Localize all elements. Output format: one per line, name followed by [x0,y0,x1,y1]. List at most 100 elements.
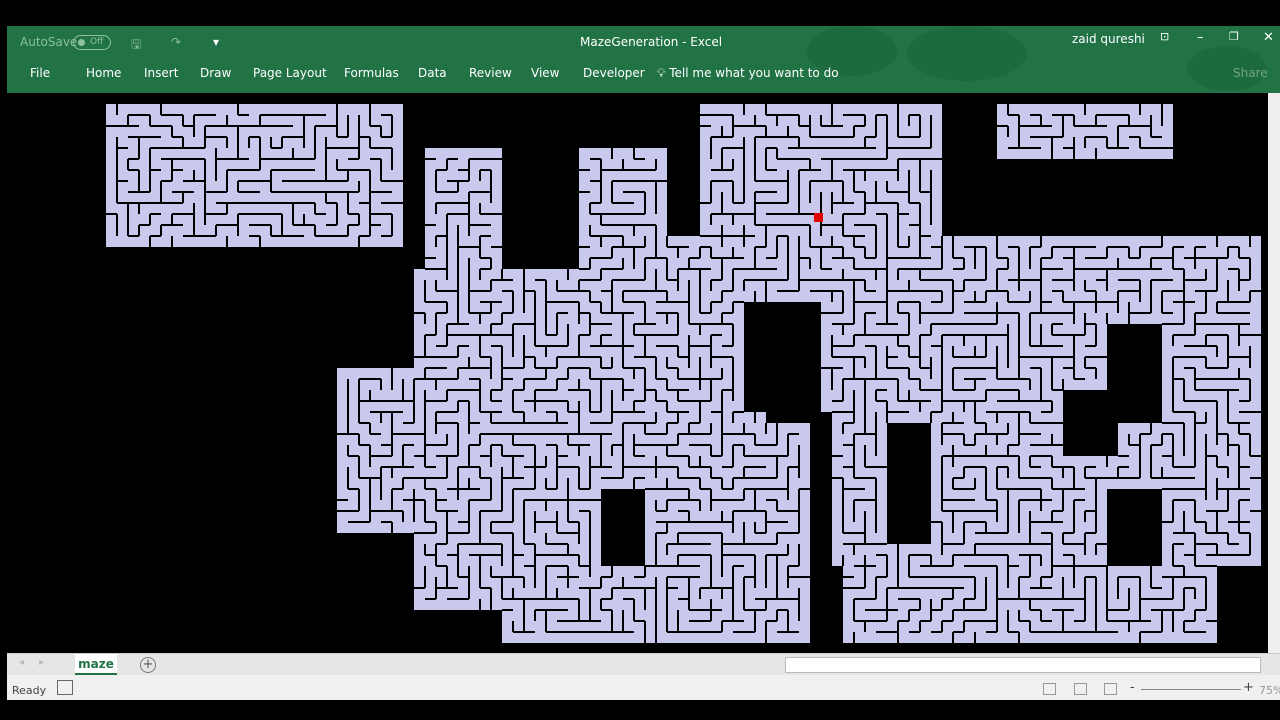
maze-cell [920,192,931,203]
tab-formulas[interactable]: Formulas [344,66,399,80]
maze-cell [964,610,975,621]
maze-cell [1206,269,1217,280]
maze-cell [931,445,942,456]
maze-cell [667,599,678,610]
maze-cell [447,236,458,247]
maze-cell [920,324,931,335]
maze-cell [513,456,524,467]
user-name[interactable]: zaid qureshi [1072,32,1145,46]
maze-cell [876,566,887,577]
maze-cell [920,577,931,588]
maze-cell [777,500,788,511]
maze-cell [711,346,722,357]
tab-page-layout[interactable]: Page Layout [253,66,327,80]
autosave-toggle[interactable]: Off [73,35,111,50]
maze-cell [1206,533,1217,544]
maze-cell [656,566,667,577]
maze-cell [392,203,403,214]
maze-cell [469,599,480,610]
maze-cell [931,104,942,115]
maze-cell [975,500,986,511]
maze-cell [1195,379,1206,390]
tab-insert[interactable]: Insert [144,66,178,80]
maze-cell [1173,324,1184,335]
maze-cell [733,181,744,192]
maze-cell [711,269,722,280]
maze-cell [1217,357,1228,368]
maze-cell [150,115,161,126]
maze-cell [799,203,810,214]
maze-cell [1041,324,1052,335]
maze-cell [854,159,865,170]
tab-draw[interactable]: Draw [200,66,231,80]
maze-cell [1162,555,1173,566]
tab-view[interactable]: View [531,66,559,80]
customize-toolbar-icon[interactable]: ▾ [213,35,219,49]
maze-cell [436,236,447,247]
maze-cell [997,379,1008,390]
maze-cell [546,302,557,313]
maze-cell [1041,368,1052,379]
maze-cell [854,456,865,467]
maze-cell [480,247,491,258]
maze-cell [843,566,854,577]
maze-cell [601,148,612,159]
tell-me-search[interactable]: 💡︎ Tell me what you want to do [657,66,839,81]
close-button[interactable]: ✕ [1263,30,1274,45]
maze-cell [1195,621,1206,632]
maze-cell [337,511,348,522]
maze-cell [1195,423,1206,434]
maze-cell [689,313,700,324]
maze-cell [1140,445,1151,456]
maze-cell [964,566,975,577]
minimize-button[interactable]: – [1197,30,1204,45]
tab-data[interactable]: Data [418,66,447,80]
maze-cell [777,291,788,302]
maze-cell [216,170,227,181]
maze-cell [1063,104,1074,115]
maze-cell [568,401,579,412]
maze-cell [480,148,491,159]
ribbon-display-icon[interactable]: ⊡ [1160,30,1169,43]
redo-icon[interactable]: ↷ [171,35,181,49]
maze-cell [359,445,370,456]
maze-cell [755,192,766,203]
tab-review[interactable]: Review [469,66,512,80]
maze-cell [909,181,920,192]
share-button[interactable]: Share [1233,66,1268,80]
maze-cell [1162,401,1173,412]
maze-cell [1195,368,1206,379]
maze-cell [986,390,997,401]
maze-cell [832,500,843,511]
maze-cell [1206,434,1217,445]
maze-cell [920,181,931,192]
tab-file[interactable]: File [30,66,50,80]
worksheet-grid[interactable] [7,93,1268,653]
maze-cell [601,203,612,214]
restore-button[interactable]: ❐ [1229,30,1239,43]
maze-cell [634,302,645,313]
maze-cell [975,280,986,291]
maze-cell [920,247,931,258]
maze-cell [579,225,590,236]
tab-developer[interactable]: Developer [583,66,645,80]
maze-cell [590,434,601,445]
maze-cell [425,258,436,269]
maze-cell [766,577,777,588]
save-icon[interactable]: 🖫 [131,35,141,56]
tab-home[interactable]: Home [86,66,121,80]
maze-cell [887,170,898,181]
maze-cell [799,236,810,247]
maze-cell [744,632,755,643]
maze-cell [326,225,337,236]
maze-cell [436,533,447,544]
maze-cell [1118,599,1129,610]
maze-cell [348,170,359,181]
maze-cell [414,390,425,401]
maze-cell [425,269,436,280]
maze-cell [931,379,942,390]
maze-cell [744,170,755,181]
maze-cell [359,214,370,225]
maze-cell [1129,137,1140,148]
maze-cell [1085,324,1096,335]
